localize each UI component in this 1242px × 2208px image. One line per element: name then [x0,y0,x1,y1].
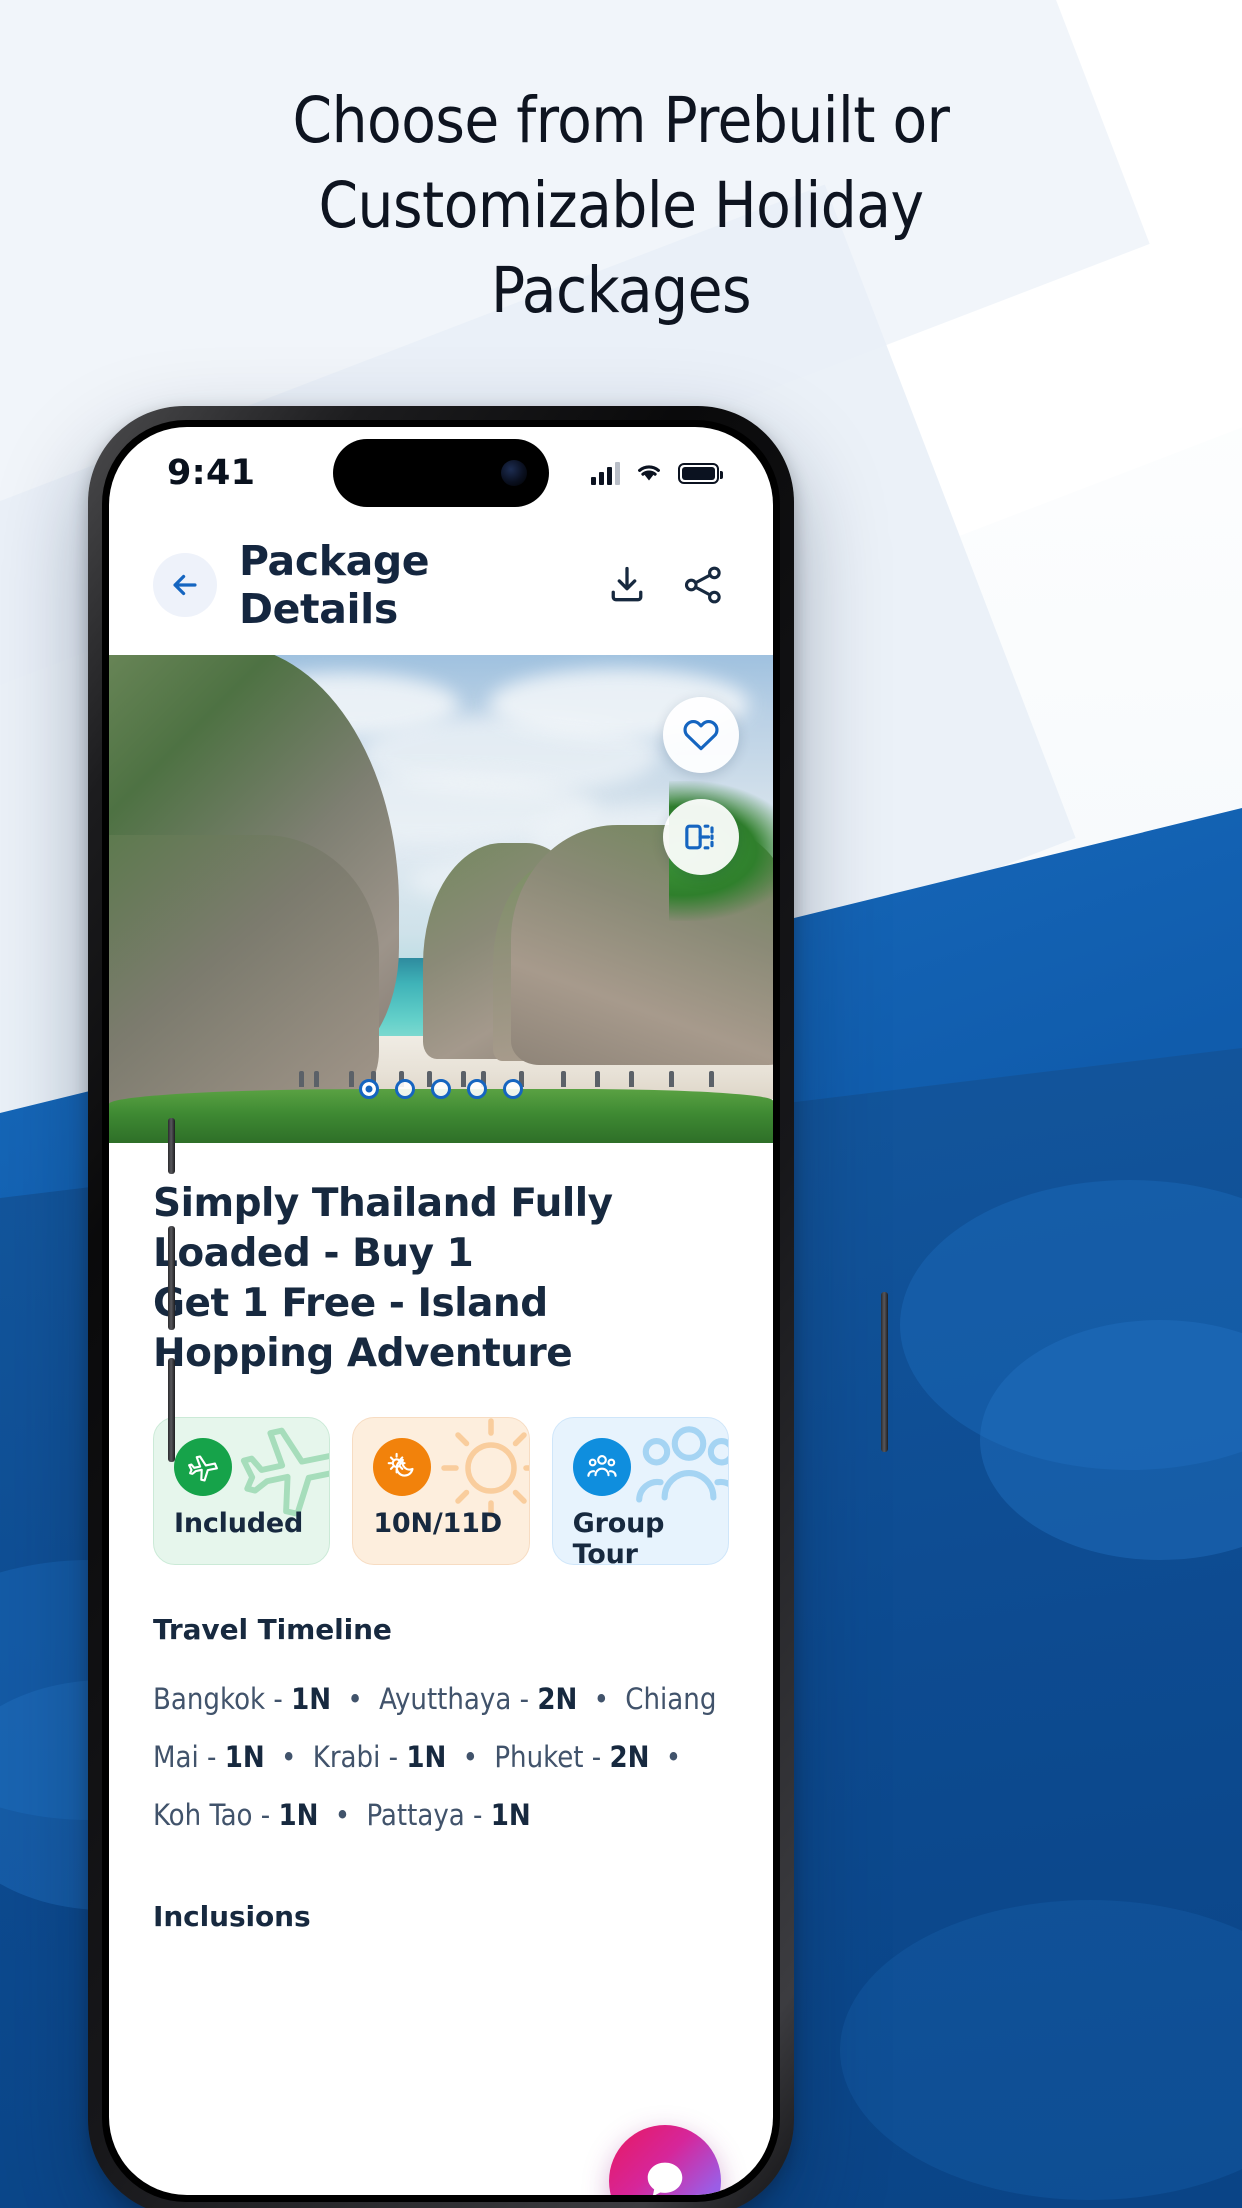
timeline-stop: Pattaya - 1N [366,1798,530,1832]
section-title-inclusions: Inclusions [153,1900,311,1933]
group-people-icon [586,1455,617,1477]
timeline-stop: Koh Tao - 1N [153,1798,319,1832]
page-headline: Choose from Prebuilt or Customizable Hol… [0,78,1242,333]
carousel-dot-4[interactable] [467,1079,487,1099]
badge-tour-type[interactable]: Group Tour [551,1417,729,1565]
phone-power-button[interactable] [881,1292,888,1452]
headline-line-1: Choose from Prebuilt or [292,84,950,157]
timeline-nights: 1N [224,1740,265,1774]
timeline-nights: 2N [537,1682,578,1716]
app-header: Package Details [109,519,773,655]
carousel-dot-2[interactable] [395,1079,415,1099]
status-bar-time: 9:41 [167,453,256,493]
back-arrow-icon [173,574,197,596]
timeline-separator: • [585,1682,618,1716]
timeline-nights: 1N [490,1798,531,1832]
heart-icon [683,719,719,751]
badge-label-group-tour: Group Tour [572,1508,665,1565]
airplane-icon [188,1455,218,1482]
travel-timeline-list: Bangkok - 1N • Ayutthaya - 2N • Chiang M… [153,1670,729,1844]
sun-moon-icon [387,1452,414,1477]
timeline-separator: • [326,1798,359,1832]
badge-icon-group [572,1438,631,1496]
phone-silent-switch[interactable] [168,1118,175,1174]
package-title-line-2: Get 1 Free - Island Hopping Adventure [153,1281,573,1376]
carousel-dots[interactable] [359,1079,523,1099]
app-header-actions [605,563,725,607]
timeline-separator: • [272,1740,305,1774]
section-title-travel-timeline: Travel Timeline [153,1613,392,1646]
headline-line-2: Customizable Holiday [318,169,924,242]
status-bar-indicators [591,461,723,485]
badge-duration[interactable]: 10N/11D [352,1417,530,1565]
timeline-nights: 1N [278,1798,319,1832]
timeline-stop: Ayutthaya - 2N [379,1682,577,1716]
package-title: Simply Thailand Fully Loaded - Buy 1 Get… [153,1179,729,1379]
timeline-nights: 1N [291,1682,332,1716]
timeline-stop: Bangkok - 1N [153,1682,331,1716]
badge-icon-sun-moon [373,1438,432,1496]
assistant-fab-button[interactable] [609,2125,721,2195]
dynamic-island [333,439,549,507]
phone-bezel: 9:41 Package Details Simply Thailand Ful… [102,420,780,2202]
share-icon[interactable] [681,563,725,607]
front-camera-icon [501,460,527,486]
hero-image-carousel[interactable] [109,655,773,1143]
compare-button[interactable] [663,799,739,875]
timeline-city: Krabi - [312,1740,407,1774]
timeline-city: Phuket - [494,1740,610,1774]
timeline-nights: 1N [406,1740,447,1774]
timeline-nights: 2N [609,1740,650,1774]
badge-flights-included[interactable]: Included [153,1417,331,1565]
timeline-city: Bangkok - [153,1682,292,1716]
package-content: Simply Thailand Fully Loaded - Buy 1 Get… [109,1143,773,1933]
phone-screen: 9:41 Package Details Simply Thailand Ful… [109,427,773,2195]
timeline-stop: Phuket - 2N [494,1740,649,1774]
status-bar: 9:41 [109,427,773,519]
timeline-stop: Krabi - 1N [313,1740,447,1774]
wifi-icon [638,465,660,481]
phone-mockup: 9:41 Package Details Simply Thailand Ful… [88,406,888,2208]
badge-label-duration: 10N/11D [373,1508,502,1539]
timeline-city: Ayutthaya - [379,1682,538,1716]
timeline-separator: • [454,1740,487,1774]
timeline-separator: • [339,1682,372,1716]
package-badges: Included 10N/11D Group Tour [153,1417,729,1565]
headline-line-3: Packages [490,254,752,327]
download-icon[interactable] [605,563,649,607]
package-title-line-1: Simply Thailand Fully Loaded - Buy 1 [153,1181,613,1276]
badge-label-included: Included [174,1508,304,1539]
timeline-city: Koh Tao - [153,1798,279,1832]
cellular-signal-icon [591,461,620,485]
carousel-dot-1[interactable] [359,1079,379,1099]
page-title: Package Details [239,537,430,633]
timeline-city: Pattaya - [366,1798,491,1832]
timeline-separator: • [657,1740,682,1774]
badge-icon-airplane [174,1438,232,1496]
favorite-button[interactable] [663,697,739,773]
carousel-dot-3[interactable] [431,1079,451,1099]
battery-full-icon [678,462,723,484]
chat-assistant-icon [647,2162,683,2195]
back-button[interactable] [153,553,217,617]
phone-volume-up-button[interactable] [168,1226,175,1330]
carousel-dot-5[interactable] [503,1079,523,1099]
phone-volume-down-button[interactable] [168,1358,175,1462]
compare-icon [685,824,714,850]
